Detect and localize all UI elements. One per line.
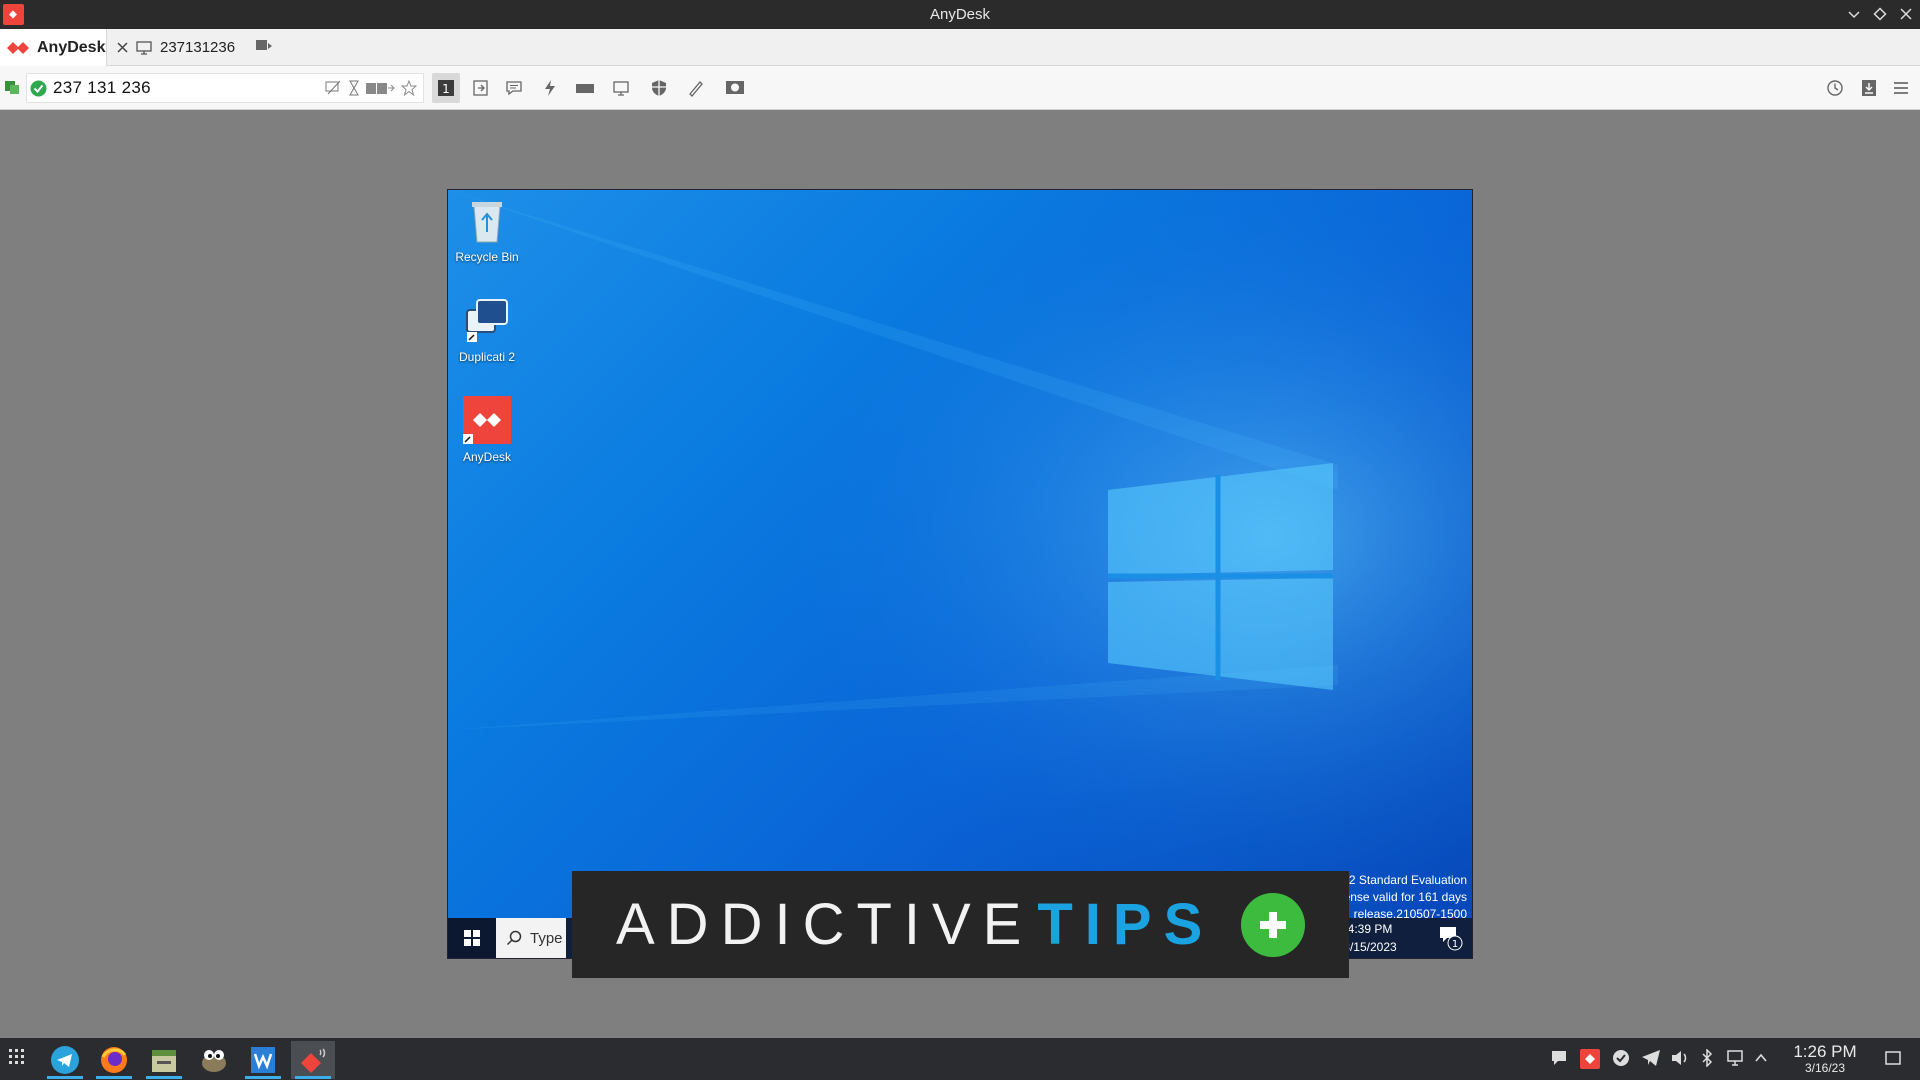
anydesk-app[interactable] [291, 1041, 335, 1079]
host-clock[interactable]: 1:26 PM 3/16/23 [1790, 1042, 1860, 1076]
desktop-icon-anydesk[interactable]: AnyDesk [454, 396, 520, 464]
session-toolbar: 237 131 236 1 [0, 66, 1920, 110]
anydesk-taskbar-icon [301, 1048, 326, 1073]
duplicati-icon [466, 299, 508, 342]
connection-status-icon [4, 79, 20, 100]
recycle-bin-icon [472, 202, 502, 243]
wps-writer-app[interactable] [241, 1041, 285, 1079]
search-placeholder: Type [530, 929, 563, 947]
tab-anydesk-home[interactable]: AnyDesk [0, 29, 107, 66]
tab-bar: AnyDesk 237131236 [0, 29, 1920, 66]
permissions-shield-icon[interactable] [648, 77, 670, 99]
tray-check-icon[interactable] [1612, 1049, 1630, 1072]
writer-icon [251, 1047, 275, 1073]
hourglass-icon[interactable] [349, 80, 359, 96]
telegram-app[interactable] [43, 1041, 87, 1079]
screenshot-icon[interactable] [724, 77, 746, 99]
new-session-icon[interactable] [255, 38, 273, 59]
show-desktop-icon[interactable] [1884, 1049, 1902, 1072]
connected-check-icon [30, 80, 47, 97]
file-manager-app[interactable] [142, 1041, 186, 1079]
running-indicator [47, 1076, 83, 1079]
remote-start-button[interactable] [448, 918, 496, 958]
monitor-number: 1 [442, 82, 450, 96]
telegram-icon [51, 1046, 79, 1074]
tray-anydesk-icon[interactable] [1580, 1049, 1600, 1074]
desktop-icon-label: Recycle Bin [455, 250, 519, 264]
desktop-icon-recycle-bin[interactable]: Recycle Bin [454, 198, 520, 264]
file-manager-icon [152, 1050, 176, 1072]
display-settings-icon[interactable] [610, 77, 632, 99]
evaluation-watermark: 22 Standard Evaluation ense valid for 16… [1337, 872, 1467, 923]
app-launcher-icon[interactable] [8, 1048, 26, 1071]
tab-home-label: AnyDesk [37, 38, 106, 56]
host-taskbar: 1:26 PM 3/16/23 [0, 1038, 1920, 1080]
running-indicator [146, 1076, 182, 1079]
window-titlebar: AnyDesk [0, 0, 1920, 29]
actions-lightning-icon[interactable] [539, 77, 561, 99]
tray-telegram-icon[interactable] [1641, 1049, 1661, 1072]
address-book-icon[interactable] [365, 80, 395, 96]
anydesk-icon [463, 396, 511, 444]
windows-logo-icon [464, 930, 480, 946]
download-icon[interactable] [1858, 77, 1880, 99]
file-transfer-icon[interactable] [470, 77, 492, 99]
tray-volume-icon[interactable] [1670, 1049, 1690, 1072]
running-indicator [295, 1076, 331, 1079]
notification-count: 1 [1452, 939, 1458, 950]
maximize-button[interactable] [1870, 4, 1890, 24]
window-title: AnyDesk [929, 6, 991, 23]
favorite-star-icon[interactable] [401, 80, 417, 96]
close-tab-icon[interactable] [117, 42, 128, 53]
address-actions [325, 80, 417, 96]
tab-session[interactable]: 237131236 [107, 29, 247, 66]
tray-expand-icon[interactable] [1754, 1049, 1768, 1072]
whiteboard-pen-icon[interactable] [685, 77, 707, 99]
host-clock-time: 1:26 PM [1793, 1042, 1857, 1061]
banner-word-addictive: ADDICTIVE [616, 892, 1034, 957]
gimp-app[interactable] [192, 1041, 236, 1079]
close-window-button[interactable] [1896, 4, 1916, 24]
windows-wallpaper [448, 190, 1472, 958]
running-indicator [96, 1076, 132, 1079]
gimp-icon [202, 1050, 226, 1072]
banner-word-tips: TIPS [1037, 892, 1215, 957]
remote-view-icon[interactable] [325, 80, 343, 96]
remote-notification-center[interactable]: 1 [1438, 924, 1464, 957]
anydesk-logo-icon [7, 41, 29, 54]
notification-icon: 1 [1440, 927, 1463, 951]
keyboard-icon[interactable] [574, 77, 596, 99]
firefox-icon [101, 1047, 127, 1073]
monitor-select-button[interactable]: 1 [432, 73, 460, 103]
running-indicator [245, 1076, 281, 1079]
monitor-icon [136, 40, 152, 55]
tray-bluetooth-icon[interactable] [1700, 1048, 1714, 1072]
main-menu-icon[interactable] [1890, 77, 1912, 99]
watermark-line: ense valid for 161 days [1343, 890, 1467, 904]
tray-chat-icon[interactable] [1550, 1049, 1568, 1072]
tab-session-label: 237131236 [160, 39, 236, 56]
host-clock-date: 3/16/23 [1804, 1061, 1846, 1075]
tray-network-icon[interactable] [1726, 1049, 1746, 1072]
plus-icon [1241, 893, 1305, 957]
address-bar[interactable]: 237 131 236 [26, 73, 424, 103]
minimize-button[interactable] [1844, 4, 1864, 24]
search-icon [506, 930, 522, 946]
desktop-icon-label: AnyDesk [462, 450, 512, 464]
remote-desktop-screen[interactable]: Recycle Bin Duplicati 2 AnyDesk 22 Stand… [447, 189, 1473, 959]
desktop-icon-label: Duplicati 2 [458, 350, 516, 364]
remote-search-box[interactable]: Type [496, 918, 566, 958]
watermark-line: 22 Standard Evaluation [1342, 873, 1467, 887]
address-text: 237 131 236 [53, 78, 151, 97]
firefox-app[interactable] [92, 1041, 136, 1079]
chat-icon[interactable] [503, 77, 525, 99]
history-icon[interactable] [1824, 77, 1846, 99]
desktop-icon-duplicati[interactable]: Duplicati 2 [454, 298, 520, 364]
addictivetips-banner: ADDICTIVE TIPS [572, 871, 1349, 978]
